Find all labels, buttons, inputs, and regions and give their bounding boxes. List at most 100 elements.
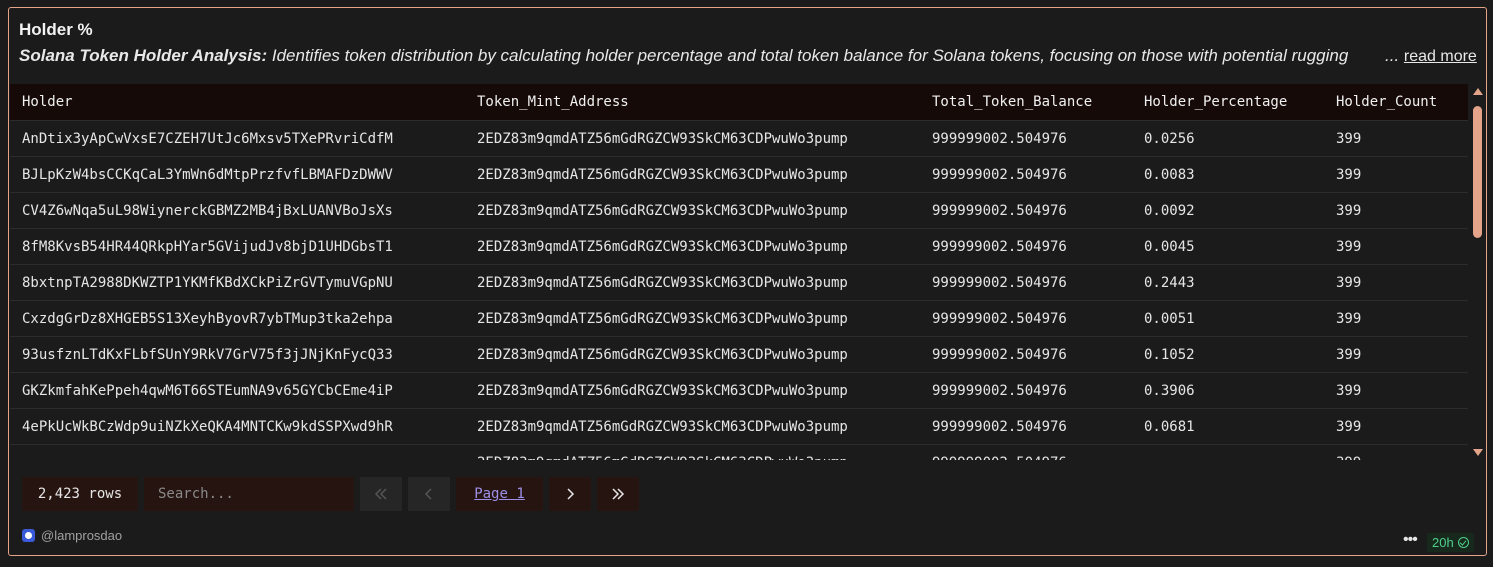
cell-holder-percentage: 0.0083	[1132, 156, 1324, 193]
table-row[interactable]: 4ePkUcWkBCzWdp9uiNZkXeQKA4MNTCKw9kdSSPXw…	[10, 408, 1468, 445]
cell-holder-count: 399	[1324, 372, 1468, 409]
cell-holder-count: 399	[1324, 264, 1468, 301]
column-header-holder-count[interactable]: Holder_Count	[1324, 84, 1468, 121]
read-more-link[interactable]: read more	[1404, 48, 1477, 65]
cell-holder-percentage: 0.1052	[1132, 336, 1324, 373]
cell-holder-count: 399	[1324, 336, 1468, 373]
table-scrollbar[interactable]	[1471, 86, 1485, 456]
cell-holder: AnDtix3yApCwVxsE7CZEH7UtJc6Mxsv5TXePRvri…	[10, 120, 465, 157]
scrollbar-thumb[interactable]	[1473, 106, 1482, 238]
table-row[interactable]: 8fM8KvsB54HR44QRkpHYar5GVijudJv8bjD1UHDG…	[10, 228, 1468, 265]
cell-total-token-balance: 999999002.504976	[920, 228, 1132, 265]
cell-holder-percentage: 0.0092	[1132, 192, 1324, 229]
cell-holder: BJLpKzW4bsCCKqCaL3YmWn6dMtpPrzfvfLBMAFDz…	[10, 156, 465, 193]
cell-total-token-balance: 999999002.504976	[920, 192, 1132, 229]
cell-token-mint-address: 2EDZ83m9qmdATZ56mGdRGZCW93SkCM63CDPwuWo3…	[465, 408, 920, 445]
description-text-clip: Solana Token Holder Analysis: Identifies…	[19, 46, 1348, 66]
column-header-holder-percentage[interactable]: Holder_Percentage	[1132, 84, 1324, 121]
search-field[interactable]	[144, 477, 354, 511]
description-text: Identifies token distribution by calcula…	[267, 46, 1349, 65]
refresh-time: 20h	[1432, 535, 1454, 550]
cell-holder: CV4Z6wNqa5uL98WiynerckGBMZ2MB4jBxLUANVBo…	[10, 192, 465, 229]
cell-total-token-balance: 999999002.504976	[920, 156, 1132, 193]
cell-token-mint-address: 2EDZ83m9qmdATZ56mGdRGZCW93SkCM63CDPwuWo3…	[465, 264, 920, 301]
cell-holder-percentage: 0.2443	[1132, 264, 1324, 301]
column-header-token-mint-address[interactable]: Token_Mint_Address	[465, 84, 920, 121]
cell-total-token-balance: 999999002.504976	[920, 300, 1132, 337]
cell-holder: 8fM8KvsB54HR44QRkpHYar5GVijudJv8bjD1UHDG…	[10, 228, 465, 265]
cell-holder-percentage: 0.0051	[1132, 300, 1324, 337]
author[interactable]: @lamprosdao	[22, 528, 122, 543]
cell-token-mint-address: 2EDZ83m9qmdATZ56mGdRGZCW93SkCM63CDPwuWo3…	[465, 444, 920, 460]
chevron-left-icon	[424, 488, 432, 500]
check-circle-icon	[1457, 537, 1469, 548]
table-row[interactable]: CV4Z6wNqa5uL98WiynerckGBMZ2MB4jBxLUANVBo…	[10, 192, 1468, 229]
table-row[interactable]: 93usfznLTdKxFLbfSUnY9RkV7GrV75f3jJNjKnFy…	[10, 336, 1468, 373]
page-label[interactable]: Page 1	[474, 486, 525, 502]
cell-holder-percentage: 0.0045	[1132, 228, 1324, 265]
cell-total-token-balance: 999999002.504976	[920, 264, 1132, 301]
description-ellipsis: ...	[1385, 46, 1400, 65]
column-header-holder[interactable]: Holder	[10, 84, 465, 121]
table-row[interactable]: CxzdgGrDz8XHGEB5S13XeyhByovR7ybTMup3tka2…	[10, 300, 1468, 337]
cell-holder-percentage: 0.0681	[1132, 408, 1324, 445]
widget-description: Solana Token Holder Analysis: Identifies…	[19, 46, 1479, 66]
cell-holder-count: 399	[1324, 444, 1468, 460]
table-row[interactable]: GKZkmfahKePpeh4qwM6T66STEumNA9v65GYCbCEm…	[10, 372, 1468, 409]
results-table-container: Holder Token_Mint_Address Total_Token_Ba…	[10, 84, 1468, 460]
cell-holder: CxzdgGrDz8XHGEB5S13XeyhByovR7ybTMup3tka2…	[10, 300, 465, 337]
cell-token-mint-address: 2EDZ83m9qmdATZ56mGdRGZCW93SkCM63CDPwuWo3…	[465, 300, 920, 337]
cell-holder-count: 399	[1324, 156, 1468, 193]
description-bold: Solana Token Holder Analysis:	[19, 46, 268, 65]
cell-holder-count: 399	[1324, 300, 1468, 337]
next-page-button[interactable]	[549, 477, 591, 511]
pagination-bar: 2,423 rows Page 1	[22, 477, 639, 511]
cell-total-token-balance: 999999002.504976	[920, 408, 1132, 445]
cell-token-mint-address: 2EDZ83m9qmdATZ56mGdRGZCW93SkCM63CDPwuWo3…	[465, 228, 920, 265]
chevrons-left-icon	[374, 488, 387, 500]
cell-token-mint-address: 2EDZ83m9qmdATZ56mGdRGZCW93SkCM63CDPwuWo3…	[465, 336, 920, 373]
cell-token-mint-address: 2EDZ83m9qmdATZ56mGdRGZCW93SkCM63CDPwuWo3…	[465, 192, 920, 229]
first-page-button[interactable]	[360, 477, 402, 511]
table-row[interactable]: AnDtix3yApCwVxsE7CZEH7UtJc6Mxsv5TXePRvri…	[10, 120, 1468, 157]
cell-holder-count: 399	[1324, 120, 1468, 157]
cell-holder: GKZkmfahKePpeh4qwM6T66STEumNA9v65GYCbCEm…	[10, 372, 465, 409]
refresh-status-badge[interactable]: 20h	[1427, 533, 1474, 552]
table-row[interactable]: 8bxtnpTA2988DKWZTP1YKMfKBdXCkPiZrGVTymuV…	[10, 264, 1468, 301]
scroll-down-arrow-icon[interactable]	[1473, 449, 1483, 456]
cell-holder-count: 399	[1324, 228, 1468, 265]
last-page-button[interactable]	[597, 477, 639, 511]
cell-token-mint-address: 2EDZ83m9qmdATZ56mGdRGZCW93SkCM63CDPwuWo3…	[465, 120, 920, 157]
ellipsis-icon[interactable]: •••	[1403, 531, 1418, 549]
chevron-right-icon	[567, 488, 575, 500]
cell-holder: 8bxtnpTA2988DKWZTP1YKMfKBdXCkPiZrGVTymuV…	[10, 264, 465, 301]
scroll-up-arrow-icon[interactable]	[1473, 88, 1483, 95]
row-count: 2,423 rows	[22, 477, 138, 511]
avatar	[22, 529, 35, 542]
cell-holder: 4ePkUcWkBCzWdp9uiNZkXeQKA4MNTCKw9kdSSPXw…	[10, 408, 465, 445]
author-name[interactable]: @lamprosdao	[41, 528, 122, 543]
table-body: AnDtix3yApCwVxsE7CZEH7UtJc6Mxsv5TXePRvri…	[10, 120, 1468, 460]
query-widget: Holder % Solana Token Holder Analysis: I…	[8, 7, 1487, 556]
cell-holder-percentage: 0.0256	[1132, 120, 1324, 157]
cell-holder	[10, 444, 465, 460]
cell-total-token-balance: 999999002.504976	[920, 444, 1132, 460]
cell-token-mint-address: 2EDZ83m9qmdATZ56mGdRGZCW93SkCM63CDPwuWo3…	[465, 372, 920, 409]
cell-total-token-balance: 999999002.504976	[920, 372, 1132, 409]
prev-page-button[interactable]	[408, 477, 450, 511]
column-header-total-token-balance[interactable]: Total_Token_Balance	[920, 84, 1132, 121]
search-input[interactable]	[156, 485, 350, 503]
widget-title: Holder %	[19, 20, 93, 39]
cell-token-mint-address: 2EDZ83m9qmdATZ56mGdRGZCW93SkCM63CDPwuWo3…	[465, 156, 920, 193]
table-row[interactable]: BJLpKzW4bsCCKqCaL3YmWn6dMtpPrzfvfLBMAFDz…	[10, 156, 1468, 193]
cell-holder-percentage	[1132, 444, 1324, 460]
read-more-wrap: ... read more	[1385, 46, 1477, 66]
cell-total-token-balance: 999999002.504976	[920, 120, 1132, 157]
cell-holder: 93usfznLTdKxFLbfSUnY9RkV7GrV75f3jJNjKnFy…	[10, 336, 465, 373]
chevrons-right-icon	[612, 488, 625, 500]
results-table: Holder Token_Mint_Address Total_Token_Ba…	[10, 84, 1468, 460]
table-row[interactable]: 2EDZ83m9qmdATZ56mGdRGZCW93SkCM63CDPwuWo3…	[10, 444, 1468, 460]
current-page[interactable]: Page 1	[456, 477, 543, 511]
cell-holder-count: 399	[1324, 192, 1468, 229]
cell-holder-count: 399	[1324, 408, 1468, 445]
